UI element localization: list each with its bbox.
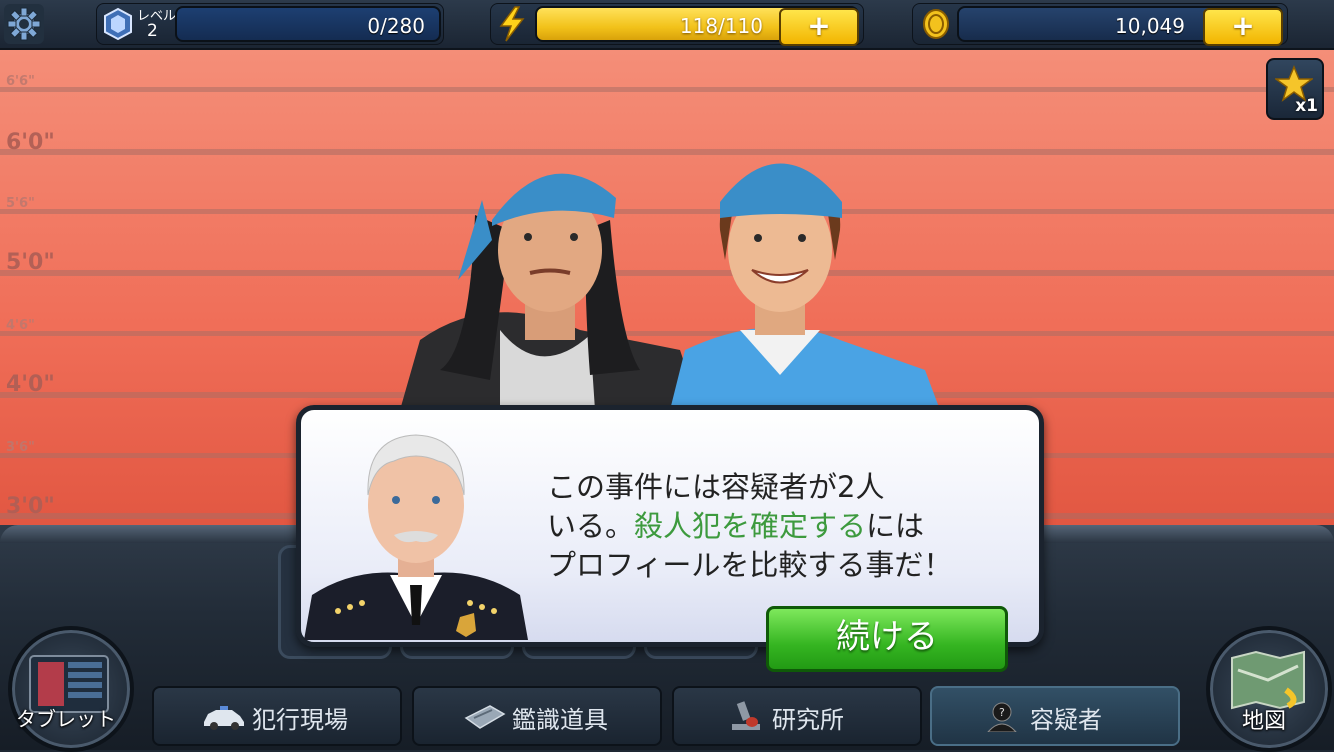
xp-text: 0/280 <box>367 14 425 38</box>
height-label: 6'6" <box>6 74 35 89</box>
settings-gear-icon[interactable] <box>4 4 44 44</box>
height-label: 3'6" <box>6 440 35 455</box>
height-label: 5'0" <box>6 250 55 275</box>
police-car-icon <box>204 706 244 730</box>
height-label: 4'0" <box>6 372 55 397</box>
level-panel: レベル 2 0/280 <box>96 3 444 45</box>
map-label: 地図 <box>1242 709 1287 734</box>
buy-coins-plus-button[interactable]: + <box>1203 8 1283 46</box>
energy-panel: 118/110 + <box>490 3 864 46</box>
coins-bar: 10,049 + <box>957 6 1283 46</box>
microscope-icon <box>732 701 760 730</box>
continue-button[interactable]: 続ける <box>766 606 1008 672</box>
coin-icon <box>923 9 949 39</box>
tab-suspects[interactable]: ? 容疑者 <box>930 686 1180 746</box>
forensics-kit-icon <box>464 705 506 729</box>
police-chief-portrait <box>304 434 528 640</box>
energy-text: 118/110 <box>679 14 763 38</box>
tab-forensics-label: 鑑識道具 <box>512 706 608 734</box>
top-hud: レベル 2 0/280 118/110 + 10,049 + <box>0 0 1334 50</box>
suspect-left[interactable] <box>400 173 700 410</box>
tab-suspects-label: 容疑者 <box>1030 706 1102 734</box>
star-count: x1 <box>1295 96 1318 116</box>
height-line <box>0 87 1334 92</box>
level-value: 2 <box>147 21 158 41</box>
suspects-illustration <box>400 163 940 411</box>
tab-crime-scene[interactable]: 犯行現場 <box>152 686 402 746</box>
dialog-line-2-suffix: には <box>866 509 925 543</box>
energy-bar: 118/110 + <box>535 6 859 46</box>
dialog-line-3: プロフィールを比較する事だ！ <box>547 548 953 582</box>
height-label: 4'6" <box>6 318 35 333</box>
tab-forensics[interactable]: 鑑識道具 <box>412 686 662 746</box>
tab-laboratory[interactable]: 研究所 <box>672 686 922 746</box>
map-icon <box>1231 650 1305 710</box>
dialog-line-2-prefix: いる。 <box>547 509 635 543</box>
height-label: 5'6" <box>6 196 35 211</box>
tablet-button[interactable] <box>8 626 134 752</box>
dialog-message: この事件には容疑者が2人 いる。殺人犯を確定するには プロフィールを比較する事だ… <box>547 468 1017 585</box>
dialog-highlight: 殺人犯を確定する <box>634 509 867 543</box>
coins-text: 10,049 <box>1115 14 1185 38</box>
height-label: 6'0" <box>6 130 55 155</box>
coins-panel: 10,049 + <box>912 3 1288 46</box>
dialog-line-2: いる。殺人犯を確定するには <box>547 507 1017 546</box>
suspect-right[interactable] <box>670 163 940 411</box>
suspect-icon: ? <box>987 702 1017 732</box>
buy-energy-plus-button[interactable]: + <box>779 8 859 46</box>
tab-laboratory-label: 研究所 <box>772 706 844 734</box>
dialog-line-1: この事件には容疑者が2人 <box>547 470 885 504</box>
tablet-label: タブレット <box>16 707 116 731</box>
height-label: 3'0" <box>6 494 55 519</box>
lightning-icon <box>499 6 525 42</box>
star-hint-button[interactable]: x1 <box>1266 58 1324 120</box>
xp-bar: 0/280 <box>175 6 441 42</box>
svg-text:?: ? <box>999 706 1005 719</box>
tab-crime-scene-label: 犯行現場 <box>252 706 348 734</box>
level-badge-icon <box>104 7 132 41</box>
